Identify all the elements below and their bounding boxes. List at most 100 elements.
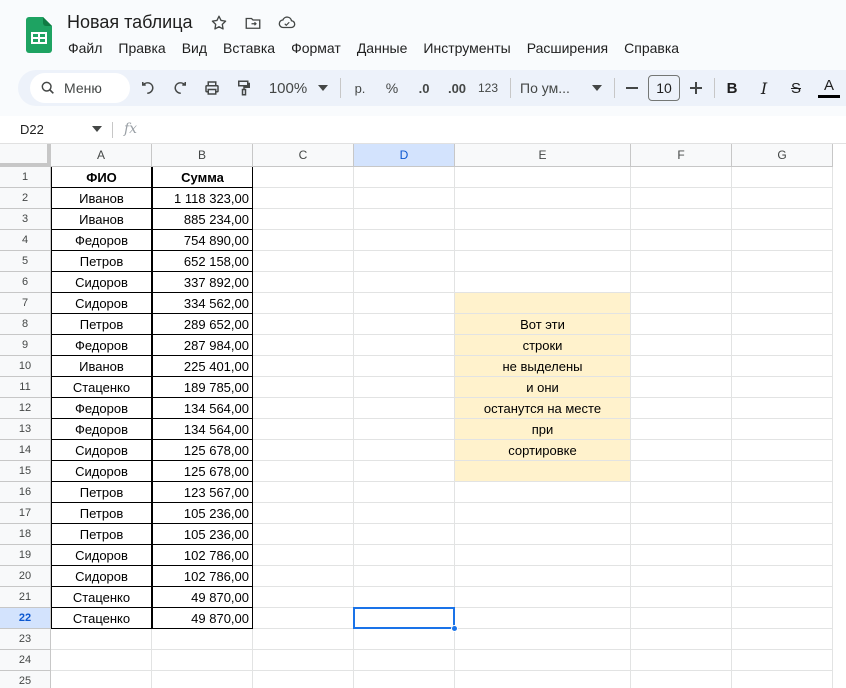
- cell[interactable]: [253, 440, 354, 461]
- move-to-folder-icon[interactable]: [242, 12, 264, 34]
- menu-file[interactable]: Файл: [60, 38, 110, 58]
- cell[interactable]: [631, 461, 732, 482]
- cell[interactable]: [51, 650, 152, 671]
- table-cell-amount[interactable]: 289 652,00: [152, 314, 253, 335]
- cell[interactable]: [455, 587, 631, 608]
- cell[interactable]: [253, 482, 354, 503]
- menu-tools[interactable]: Инструменты: [415, 38, 518, 58]
- column-header-d[interactable]: D: [354, 144, 455, 167]
- cell[interactable]: [631, 482, 732, 503]
- table-cell-name[interactable]: Федоров: [51, 230, 152, 251]
- cell[interactable]: [631, 587, 732, 608]
- menu-search[interactable]: Меню: [30, 73, 130, 103]
- table-cell-name[interactable]: Стаценко: [51, 608, 152, 629]
- table-cell-amount[interactable]: 102 786,00: [152, 566, 253, 587]
- table-cell-name[interactable]: Сидоров: [51, 272, 152, 293]
- row-header-19[interactable]: 19: [0, 545, 51, 566]
- cell[interactable]: [455, 545, 631, 566]
- menu-view[interactable]: Вид: [174, 38, 215, 58]
- cell[interactable]: [354, 230, 455, 251]
- cell[interactable]: [354, 356, 455, 377]
- cell[interactable]: [253, 608, 354, 629]
- row-header-2[interactable]: 2: [0, 188, 51, 209]
- cell[interactable]: [455, 209, 631, 230]
- row-header-23[interactable]: 23: [0, 629, 51, 650]
- star-icon[interactable]: [208, 12, 230, 34]
- row-header-15[interactable]: 15: [0, 461, 51, 482]
- cell[interactable]: [354, 335, 455, 356]
- percent-format-button[interactable]: %: [382, 76, 402, 100]
- strikethrough-button[interactable]: S: [786, 76, 806, 100]
- cell[interactable]: [455, 251, 631, 272]
- table-cell-name[interactable]: Сидоров: [51, 440, 152, 461]
- zoom-chevron-down-icon[interactable]: [316, 76, 330, 100]
- cell[interactable]: [455, 629, 631, 650]
- table-cell-name[interactable]: Петров: [51, 314, 152, 335]
- table-cell-amount[interactable]: 189 785,00: [152, 377, 253, 398]
- table-cell-name[interactable]: Петров: [51, 503, 152, 524]
- row-header-1[interactable]: 1: [0, 167, 51, 188]
- cell[interactable]: [631, 314, 732, 335]
- cell[interactable]: [354, 314, 455, 335]
- cell[interactable]: [253, 272, 354, 293]
- cell[interactable]: [253, 230, 354, 251]
- row-header-12[interactable]: 12: [0, 398, 51, 419]
- cell[interactable]: [354, 272, 455, 293]
- cell[interactable]: [732, 629, 833, 650]
- cell[interactable]: [631, 503, 732, 524]
- cell[interactable]: [631, 608, 732, 629]
- font-size-input[interactable]: 10: [648, 75, 680, 101]
- table-cell-name[interactable]: Федоров: [51, 335, 152, 356]
- cell[interactable]: [354, 398, 455, 419]
- redo-icon[interactable]: [168, 76, 192, 100]
- table-cell-name[interactable]: Петров: [51, 524, 152, 545]
- cell[interactable]: [732, 335, 833, 356]
- cell[interactable]: [732, 356, 833, 377]
- table-cell-name[interactable]: Стаценко: [51, 377, 152, 398]
- table-cell-name[interactable]: Петров: [51, 482, 152, 503]
- table-header-name[interactable]: ФИО: [51, 167, 152, 188]
- name-box[interactable]: D22: [20, 122, 44, 137]
- row-header-18[interactable]: 18: [0, 524, 51, 545]
- column-header-b[interactable]: B: [152, 144, 253, 167]
- note-cell[interactable]: сортировке: [455, 440, 631, 461]
- cell[interactable]: [455, 650, 631, 671]
- row-header-22[interactable]: 22: [0, 608, 51, 629]
- cell[interactable]: [253, 629, 354, 650]
- table-cell-name[interactable]: Сидоров: [51, 293, 152, 314]
- cell[interactable]: [354, 587, 455, 608]
- table-cell-amount[interactable]: 287 984,00: [152, 335, 253, 356]
- cell[interactable]: [354, 503, 455, 524]
- table-cell-amount[interactable]: 134 564,00: [152, 398, 253, 419]
- note-cell[interactable]: и они: [455, 377, 631, 398]
- row-header-16[interactable]: 16: [0, 482, 51, 503]
- cell[interactable]: [631, 230, 732, 251]
- cell[interactable]: [631, 524, 732, 545]
- name-box-chevron-down-icon[interactable]: [92, 126, 102, 132]
- cell[interactable]: [253, 398, 354, 419]
- table-cell-amount[interactable]: 225 401,00: [152, 356, 253, 377]
- cell[interactable]: [631, 650, 732, 671]
- cell[interactable]: [732, 209, 833, 230]
- cell[interactable]: [732, 272, 833, 293]
- zoom-select[interactable]: 100%: [266, 76, 310, 100]
- font-size-decrease-icon[interactable]: [622, 76, 642, 100]
- undo-icon[interactable]: [136, 76, 160, 100]
- column-header-g[interactable]: G: [732, 144, 833, 167]
- cell[interactable]: [732, 524, 833, 545]
- menu-insert[interactable]: Вставка: [215, 38, 283, 58]
- cell[interactable]: [253, 293, 354, 314]
- cell[interactable]: [354, 524, 455, 545]
- row-header-8[interactable]: 8: [0, 314, 51, 335]
- increase-decimals-button[interactable]: .00: [444, 76, 470, 100]
- table-header-amount[interactable]: Сумма: [152, 167, 253, 188]
- cell[interactable]: [455, 608, 631, 629]
- cell[interactable]: [253, 419, 354, 440]
- row-header-6[interactable]: 6: [0, 272, 51, 293]
- table-cell-amount[interactable]: 337 892,00: [152, 272, 253, 293]
- cell[interactable]: [631, 251, 732, 272]
- document-title[interactable]: Новая таблица: [67, 12, 193, 33]
- cell[interactable]: [631, 272, 732, 293]
- cell[interactable]: [253, 167, 354, 188]
- cell[interactable]: [732, 545, 833, 566]
